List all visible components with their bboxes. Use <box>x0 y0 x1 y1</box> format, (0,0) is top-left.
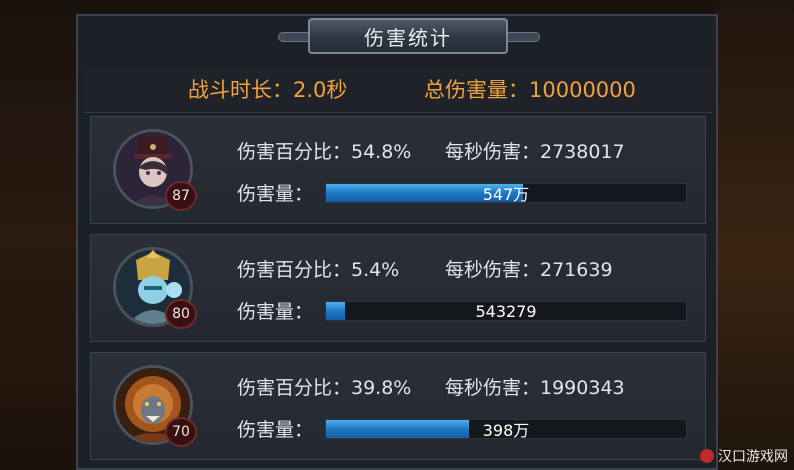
stat-line: 伤害百分比：39.8% 每秒伤害：1990343 <box>237 373 625 400</box>
stat-line: 伤害百分比：5.4% 每秒伤害：271639 <box>237 255 613 282</box>
battle-summary: 战斗时长：2.0秒 总伤害量：10000000 <box>84 66 712 113</box>
watermark-logo-icon <box>700 449 714 463</box>
battle-duration: 战斗时长：2.0秒 <box>188 78 348 102</box>
damage-bar: 398万 <box>325 419 687 440</box>
damage-percent: 伤害百分比：39.8% <box>237 377 412 399</box>
background-left <box>0 0 80 470</box>
damage-value: 398万 <box>482 421 530 440</box>
damage-label: 伤害量： <box>237 183 314 205</box>
hero-level-badge: 87 <box>165 181 197 211</box>
watermark-text: 汉口游戏网 <box>718 449 788 465</box>
title-banner: 伤害统计 <box>278 12 540 58</box>
damage-bar: 547万 <box>325 183 687 204</box>
stat-line: 伤害百分比：54.8% 每秒伤害：2738017 <box>237 137 625 164</box>
hero-damage-row[interactable]: 87 伤害百分比：54.8% 每秒伤害：2738017 伤害量： 547万 <box>90 116 706 224</box>
total-damage: 总伤害量：10000000 <box>424 78 636 102</box>
damage-value: 543279 <box>475 301 537 321</box>
damage-per-second: 每秒伤害：1990343 <box>445 377 625 399</box>
damage-per-second: 每秒伤害：2738017 <box>445 141 625 163</box>
hero-damage-row[interactable]: 80 伤害百分比：5.4% 每秒伤害：271639 伤害量： 543279 <box>90 234 706 342</box>
watermark: 汉口游戏网 <box>700 446 788 466</box>
damage-label: 伤害量： <box>237 301 314 323</box>
damage-label: 伤害量： <box>237 419 314 441</box>
damage-percent: 伤害百分比：5.4% <box>237 259 400 281</box>
damage-percent: 伤害百分比：54.8% <box>237 141 412 163</box>
hero-damage-row[interactable]: 70 伤害百分比：39.8% 每秒伤害：1990343 伤害量： 398万 <box>90 352 706 460</box>
damage-per-second: 每秒伤害：271639 <box>445 259 613 281</box>
panel-title: 伤害统计 <box>308 18 508 54</box>
background-right <box>714 0 794 470</box>
damage-bar: 543279 <box>325 301 687 321</box>
hero-level-badge: 80 <box>165 299 197 329</box>
damage-value: 547万 <box>482 185 530 204</box>
hero-level-badge: 70 <box>165 417 197 447</box>
